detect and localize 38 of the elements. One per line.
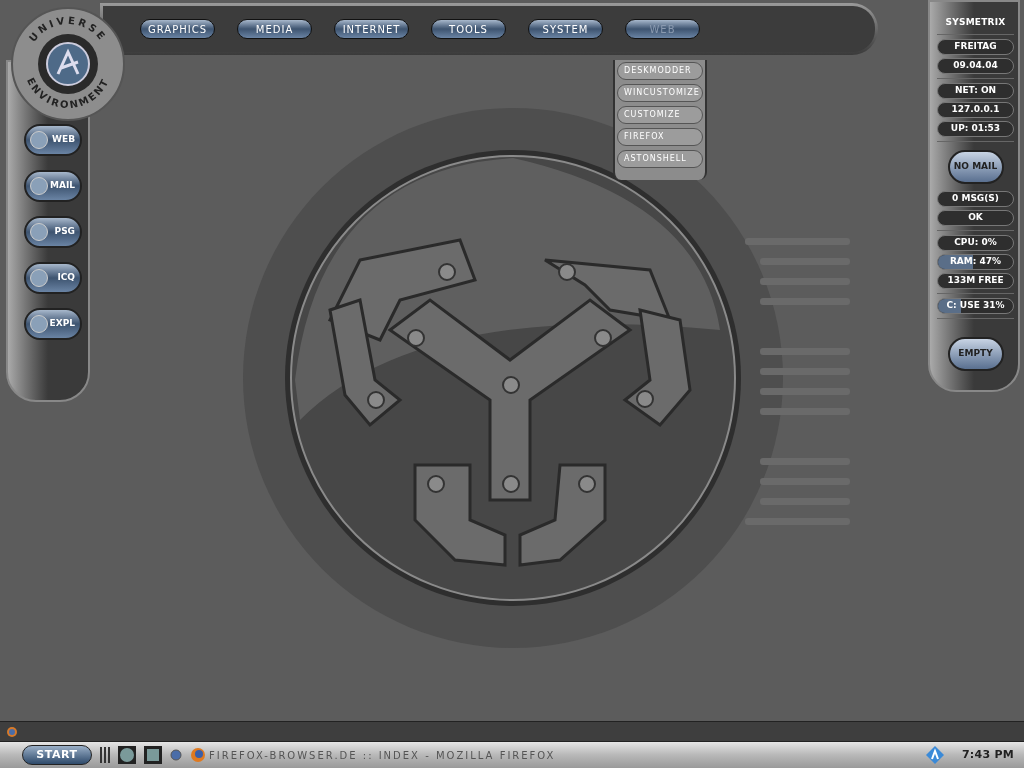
status-pill: FREITAG xyxy=(937,38,1014,55)
menu-tab[interactable]: INTERNET xyxy=(334,19,409,39)
meter-label: C: USE 31% xyxy=(945,298,1006,312)
menu-tab[interactable]: MEDIA xyxy=(237,19,312,39)
menu-tab[interactable]: GRAPHICS xyxy=(140,19,215,39)
clock: 7:43 PM xyxy=(960,746,1015,763)
status-pill: OK xyxy=(937,209,1014,226)
app-icon xyxy=(30,177,48,195)
status-pill: NET: ON xyxy=(937,82,1014,99)
panel-title: SYSMETRIX xyxy=(944,16,1007,29)
status-pill: CPU: 0% xyxy=(937,234,1014,251)
tray-icon[interactable] xyxy=(925,746,944,764)
app-icon xyxy=(30,269,48,287)
quicklaunch-icon[interactable] xyxy=(118,746,136,764)
orb-icon[interactable] xyxy=(170,749,182,761)
status-pill: 09.04.04 xyxy=(937,57,1014,74)
launcher-button[interactable]: PSG xyxy=(24,216,82,248)
app-icon xyxy=(30,223,48,241)
menu-tab[interactable]: TOOLS xyxy=(431,19,506,39)
launcher-button[interactable]: MAIL xyxy=(24,170,82,202)
recycle-bin-button[interactable]: EMPTY xyxy=(947,336,1004,371)
quicklaunch-icon[interactable] xyxy=(144,746,162,764)
grip-icon xyxy=(100,747,110,763)
status-pill: 0 MSG(S) xyxy=(937,190,1014,207)
app-icon xyxy=(30,131,48,149)
app-icon xyxy=(30,315,48,333)
start-button[interactable]: START xyxy=(22,745,92,765)
status-pill: UP: 01:53 xyxy=(937,120,1014,137)
browser-icon xyxy=(190,747,206,763)
launcher-button[interactable]: WEB xyxy=(24,124,82,156)
meter-label: RAM: 47% xyxy=(948,254,1003,268)
status-pill: 127.0.0.1 xyxy=(937,101,1014,118)
mail-button[interactable]: NO MAIL xyxy=(947,149,1004,184)
browser-icon[interactable] xyxy=(6,725,18,738)
menu-tab[interactable]: SYSTEM xyxy=(528,19,603,39)
status-pill: 133M FREE xyxy=(937,272,1014,289)
launcher-button[interactable]: ICQ xyxy=(24,262,82,294)
launcher-button[interactable]: EXPL xyxy=(24,308,82,340)
